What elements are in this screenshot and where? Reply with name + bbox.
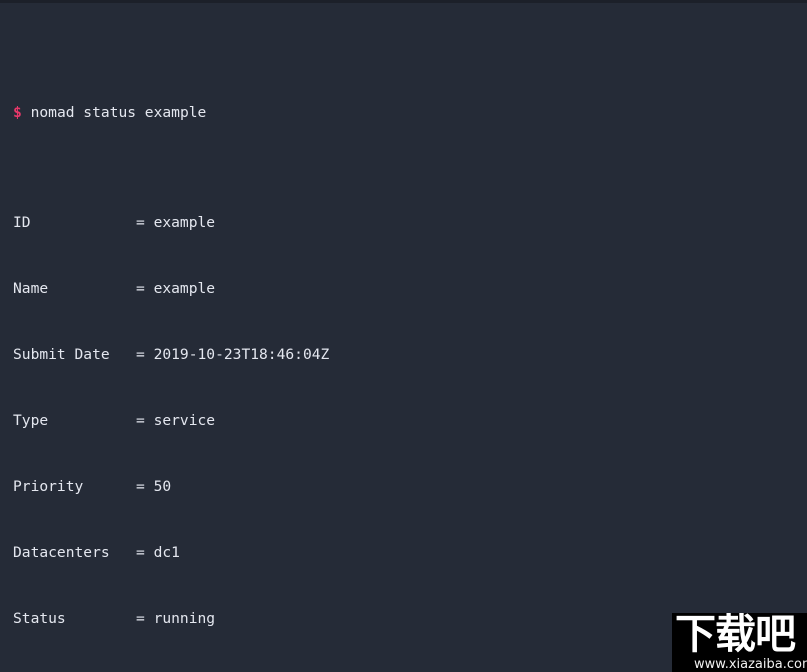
job-field-type: Type = service bbox=[13, 412, 216, 429]
command-text: nomad status example bbox=[21, 104, 207, 121]
watermark-logo-text: 下载吧 bbox=[675, 613, 796, 658]
job-field-id: ID = example bbox=[13, 214, 216, 231]
prompt-sigil: $ bbox=[13, 104, 22, 121]
job-field-priority: Priority = 50 bbox=[13, 478, 172, 495]
watermark-url-text: www.xiazaiba.com bbox=[694, 657, 807, 672]
command-prompt-line: $ nomad status example bbox=[13, 102, 803, 124]
job-field-submit-date: Submit Date = 2019-10-23T18:46:04Z bbox=[13, 346, 330, 363]
site-watermark: 下载吧 www.xiazaiba.com bbox=[672, 613, 807, 672]
job-field-datacenters: Datacenters = dc1 bbox=[13, 544, 180, 561]
terminal-top-edge bbox=[0, 0, 807, 3]
job-field-name: Name = example bbox=[13, 280, 216, 297]
terminal-output: $ nomad status example ID = example Name… bbox=[13, 14, 803, 672]
terminal-window: $ nomad status example ID = example Name… bbox=[0, 0, 807, 672]
